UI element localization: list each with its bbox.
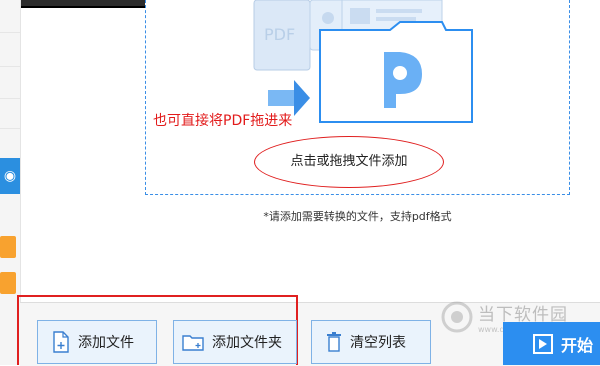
add-file-icon bbox=[52, 331, 70, 353]
sidebar-file-icon[interactable] bbox=[0, 236, 16, 258]
add-folder-button[interactable]: 添加文件夹 bbox=[173, 320, 297, 364]
sidebar-divider bbox=[0, 98, 20, 99]
click-or-drag-text[interactable]: 点击或拖拽文件添加 bbox=[254, 136, 444, 188]
add-file-button[interactable]: 添加文件 bbox=[37, 320, 157, 364]
add-folder-icon bbox=[182, 333, 204, 351]
sidebar-eye-icon[interactable]: ◉ bbox=[0, 158, 20, 194]
sidebar-divider bbox=[0, 32, 20, 33]
drag-hint-annotation: 也可直接将PDF拖进来 bbox=[153, 113, 293, 129]
sidebar-file-icon[interactable] bbox=[0, 272, 16, 294]
add-folder-label: 添加文件夹 bbox=[212, 335, 282, 351]
clear-list-label: 清空列表 bbox=[350, 335, 406, 351]
start-button[interactable]: 开始 bbox=[503, 322, 600, 365]
play-icon bbox=[533, 333, 553, 354]
clear-list-button[interactable]: 清空列表 bbox=[311, 320, 431, 364]
format-hint: *请添加需要转换的文件，支持pdf格式 bbox=[263, 210, 452, 223]
sidebar-divider bbox=[0, 128, 20, 129]
watermark-icon bbox=[441, 301, 473, 333]
pdf-label: PDF bbox=[264, 25, 295, 44]
trash-icon bbox=[326, 332, 342, 352]
start-label: 开始 bbox=[561, 335, 594, 355]
add-file-label: 添加文件 bbox=[78, 335, 134, 351]
sidebar-divider bbox=[0, 66, 20, 67]
